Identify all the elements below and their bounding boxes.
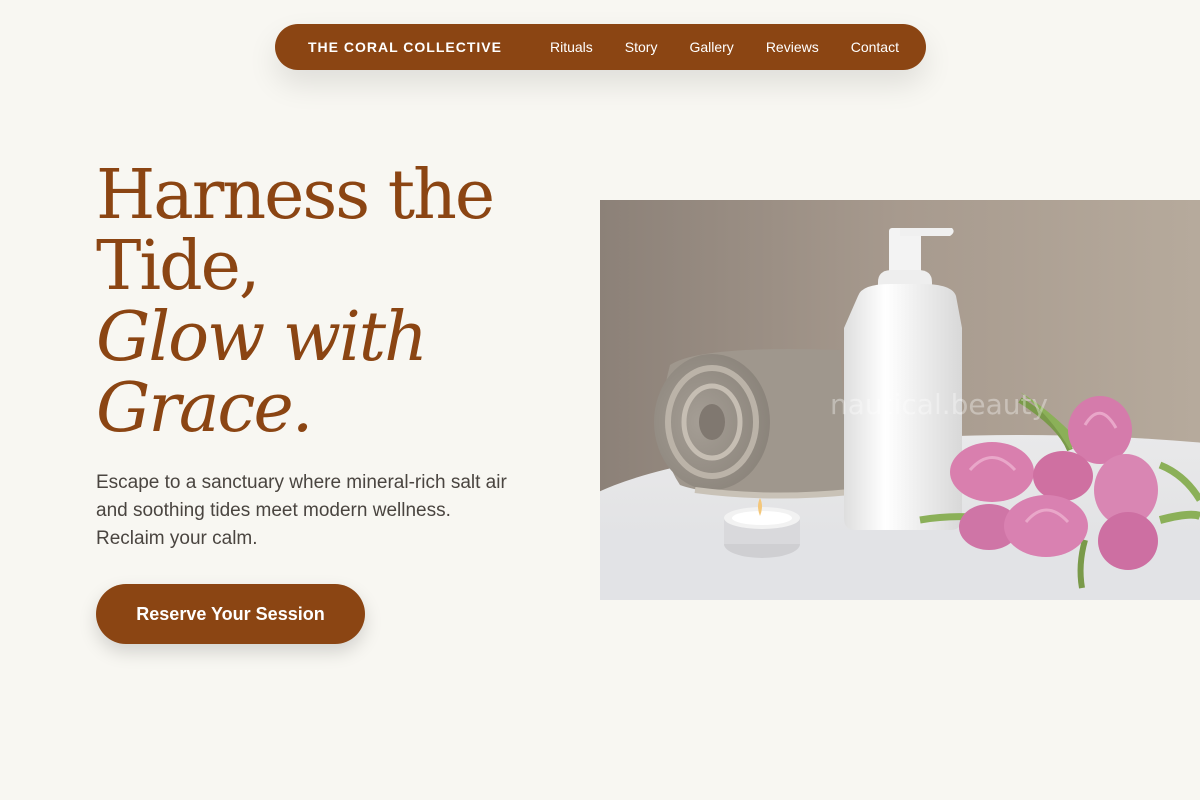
headline-line-1: Harness the (96, 156, 495, 235)
nav-link-rituals[interactable]: Rituals (550, 39, 593, 55)
headline-line-4: Grace. (96, 369, 313, 448)
reserve-session-button[interactable]: Reserve Your Session (96, 584, 365, 644)
spa-photo-icon (600, 200, 1200, 600)
brand-logo[interactable]: THE CORAL COLLECTIVE (308, 39, 502, 55)
nav-link-gallery[interactable]: Gallery (689, 39, 733, 55)
hero-description: Escape to a sanctuary where mineral-rich… (96, 472, 507, 549)
top-nav: THE CORAL COLLECTIVE Rituals Story Galle… (275, 24, 926, 70)
headline-line-2: Tide, (96, 227, 260, 306)
page: THE CORAL COLLECTIVE Rituals Story Galle… (0, 0, 1200, 800)
nav-link-story[interactable]: Story (625, 39, 658, 55)
hero-headline: Harness the Tide, Glow with Grace. (96, 160, 566, 444)
nav-links: Rituals Story Gallery Reviews Contact (550, 39, 899, 55)
nav-link-contact[interactable]: Contact (851, 39, 899, 55)
headline-line-3: Glow with (96, 298, 428, 377)
nav-link-reviews[interactable]: Reviews (766, 39, 819, 55)
spa-photo: nautical.beauty (600, 200, 1200, 600)
